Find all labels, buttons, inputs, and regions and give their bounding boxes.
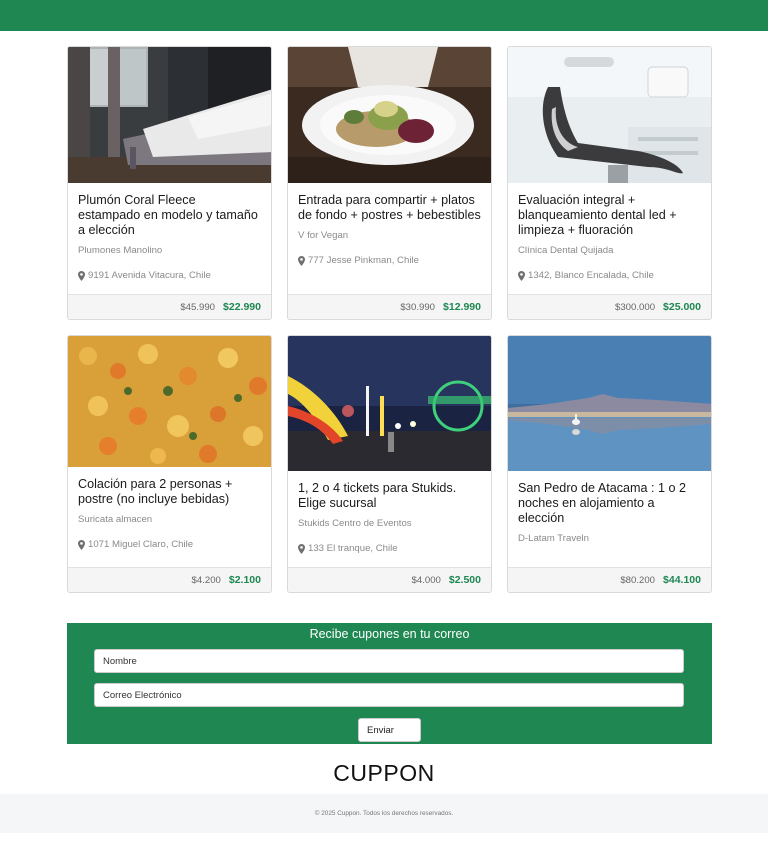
deal-price-bar: $45.990 $22.990 xyxy=(68,294,271,319)
deal-old-price: $30.990 xyxy=(400,301,436,313)
deal-vendor: Plumones Manolino xyxy=(78,245,163,256)
name-input[interactable] xyxy=(94,649,684,673)
deal-new-price: $2.100 xyxy=(228,574,261,586)
deal-old-price: $300.000 xyxy=(615,301,656,313)
deal-vendor: Stukids Centro de Eventos xyxy=(298,518,412,529)
map-pin-icon xyxy=(298,543,305,554)
deal-new-price: $25.000 xyxy=(663,301,701,313)
deal-location: 133 El tranque, Chile xyxy=(298,543,481,554)
deal-image-amusement-park[interactable] xyxy=(288,336,491,471)
deal-old-price: $4.000 xyxy=(411,574,441,586)
deal-image-bedroom[interactable] xyxy=(68,47,271,183)
map-pin-icon xyxy=(518,270,525,281)
deal-card[interactable]: 1, 2 o 4 tickets para Stukids. Elige suc… xyxy=(287,335,492,593)
deal-location-text: 9191 Avenida Vitacura, Chile xyxy=(88,270,211,281)
deal-title[interactable]: San Pedro de Atacama : 1 o 2 noches en a… xyxy=(518,481,701,526)
deal-card[interactable]: Plumón Coral Fleece estampado en modelo … xyxy=(67,46,272,320)
deal-title[interactable]: Evaluación integral + blanqueamiento den… xyxy=(518,193,701,238)
deal-location: 9191 Avenida Vitacura, Chile xyxy=(78,270,261,281)
deal-card[interactable]: San Pedro de Atacama : 1 o 2 noches en a… xyxy=(507,335,712,593)
deal-image-stew[interactable] xyxy=(68,336,271,467)
deal-old-price: $45.990 xyxy=(180,301,216,313)
deal-vendor: Suricata almacen xyxy=(78,514,153,525)
deal-card[interactable]: Entrada para compartir + platos de fondo… xyxy=(287,46,492,320)
email-input[interactable] xyxy=(94,683,684,707)
deal-vendor: V for Vegan xyxy=(298,230,349,241)
deal-price-bar: $4.200 $2.100 xyxy=(68,567,271,592)
deal-price-bar: $300.000 $25.000 xyxy=(508,294,711,319)
deal-location: 1071 Miguel Claro, Chile xyxy=(78,539,261,550)
deal-title[interactable]: 1, 2 o 4 tickets para Stukids. Elige suc… xyxy=(298,481,481,511)
deal-new-price: $44.100 xyxy=(663,574,701,586)
deal-title[interactable]: Colación para 2 personas + postre (no in… xyxy=(78,477,261,507)
deal-vendor: Clínica Dental Quijada xyxy=(518,245,614,256)
deal-location-text: 133 El tranque, Chile xyxy=(308,543,398,554)
deal-image-atacama-lagoon[interactable] xyxy=(508,336,711,471)
deal-card[interactable]: Colación para 2 personas + postre (no in… xyxy=(67,335,272,593)
newsletter-form: Recibe cupones en tu correo Enviar xyxy=(67,623,712,744)
page-footer: © 2025 Cuppon. Todos los derechos reserv… xyxy=(0,794,768,833)
copyright-text: © 2025 Cuppon. Todos los derechos reserv… xyxy=(314,810,454,817)
deal-new-price: $12.990 xyxy=(443,301,481,313)
deal-location-text: 1071 Miguel Claro, Chile xyxy=(88,539,194,550)
deal-price-bar: $80.200 $44.100 xyxy=(508,567,711,592)
deal-title[interactable]: Entrada para compartir + platos de fondo… xyxy=(298,193,481,223)
deal-new-price: $22.990 xyxy=(223,301,261,313)
deal-location: 777 Jesse Pinkman, Chile xyxy=(298,255,481,266)
deal-card[interactable]: Evaluación integral + blanqueamiento den… xyxy=(507,46,712,320)
newsletter-title: Recibe cupones en tu correo xyxy=(309,627,470,641)
brand-logo[interactable]: CUPPON xyxy=(0,760,768,787)
deals-grid: Plumón Coral Fleece estampado en modelo … xyxy=(67,46,712,593)
deal-vendor: D-Latam Traveln xyxy=(518,533,589,544)
deal-location-text: 1342, Blanco Encalada, Chile xyxy=(528,270,654,281)
deal-title[interactable]: Plumón Coral Fleece estampado en modelo … xyxy=(78,193,261,238)
map-pin-icon xyxy=(78,270,85,281)
map-pin-icon xyxy=(78,539,85,550)
deal-new-price: $2.500 xyxy=(448,574,481,586)
deal-location: 1342, Blanco Encalada, Chile xyxy=(518,270,701,281)
submit-button[interactable]: Enviar xyxy=(358,718,421,742)
map-pin-icon xyxy=(298,255,305,266)
deal-old-price: $4.200 xyxy=(191,574,221,586)
deal-location-text: 777 Jesse Pinkman, Chile xyxy=(308,255,419,266)
deal-image-vegan-plate[interactable] xyxy=(288,47,491,183)
deal-price-bar: $4.000 $2.500 xyxy=(288,567,491,592)
top-bar xyxy=(0,0,768,31)
deal-old-price: $80.200 xyxy=(620,574,656,586)
deal-price-bar: $30.990 $12.990 xyxy=(288,294,491,319)
deal-image-dental-chair[interactable] xyxy=(508,47,711,183)
